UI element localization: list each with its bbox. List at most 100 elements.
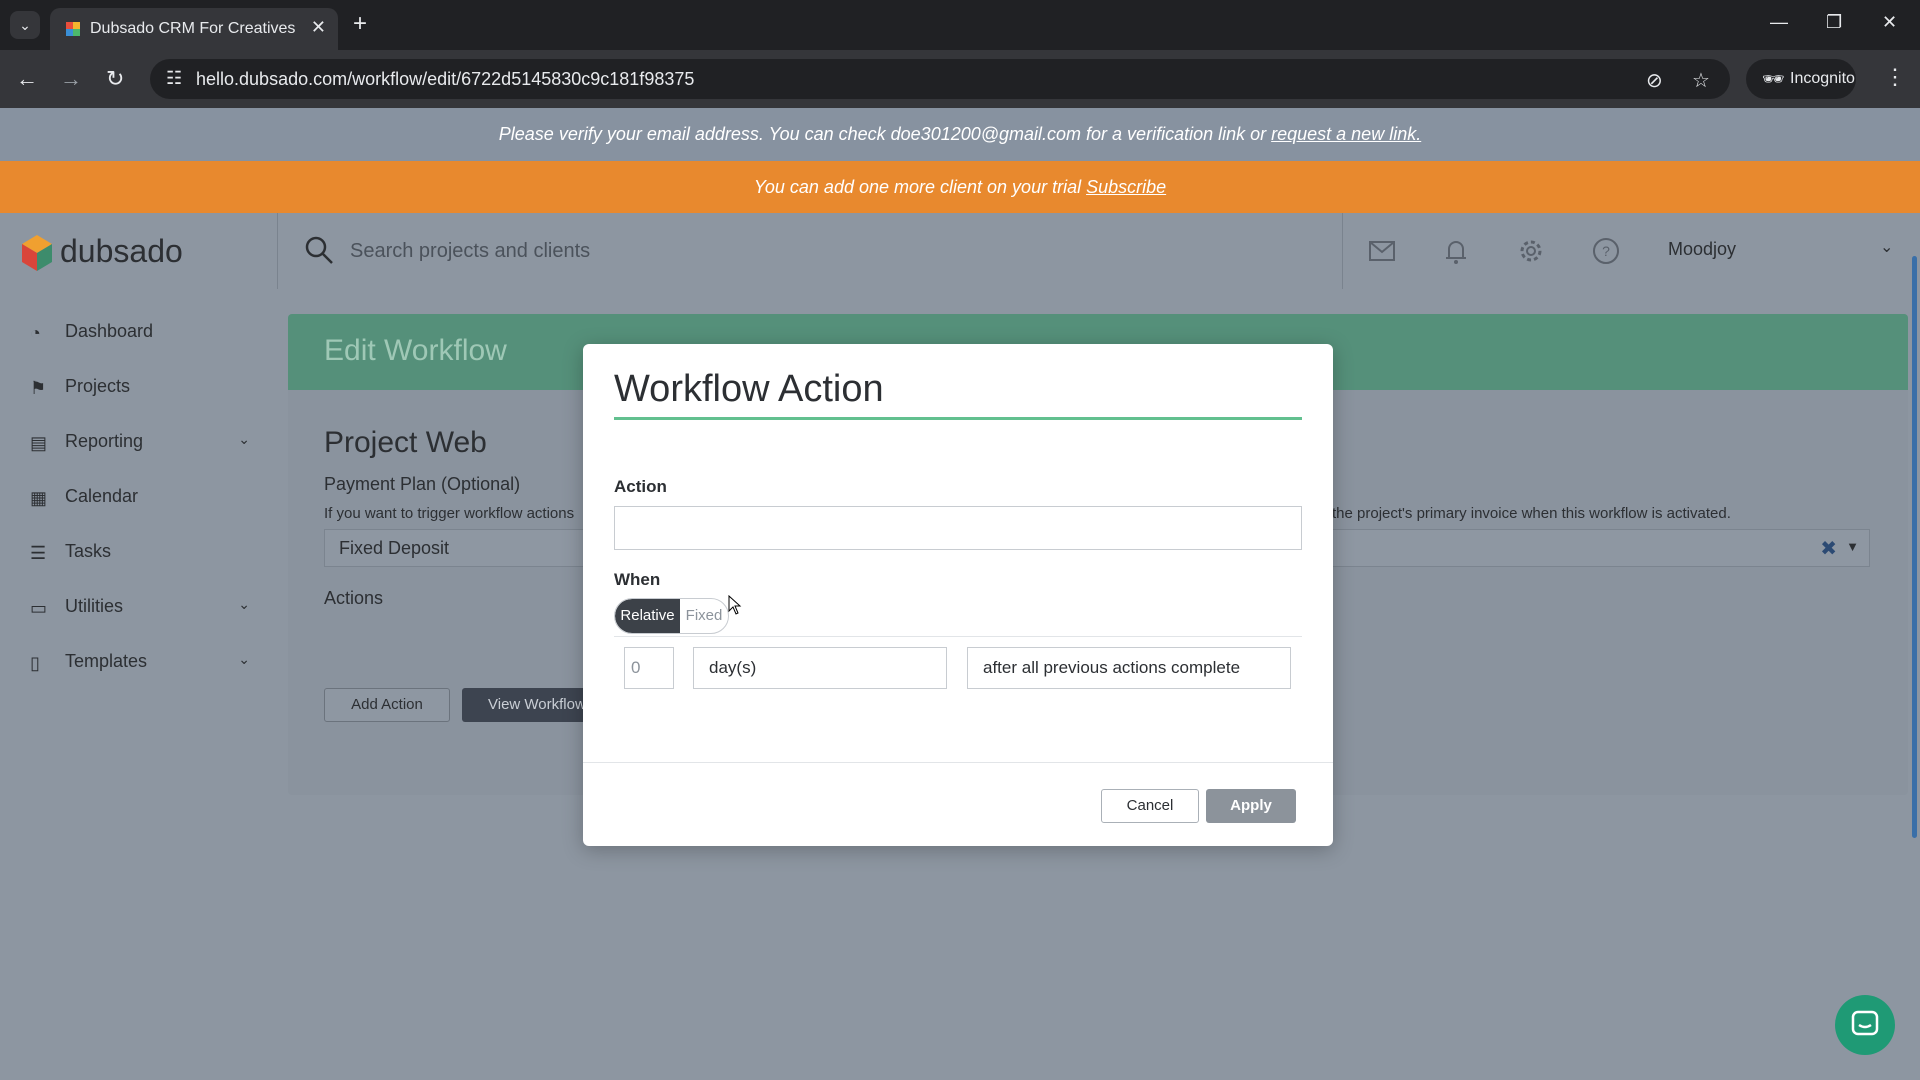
when-label: When (614, 570, 661, 589)
sidebar-item-label: Utilities (65, 596, 124, 616)
incognito-label: Incognito (1790, 70, 1855, 87)
header-divider (277, 213, 278, 289)
add-action-button[interactable]: Add Action (324, 688, 450, 722)
modal-title: Workflow Action (614, 368, 884, 410)
mouse-cursor-icon (728, 595, 742, 615)
browser-tab-bar: ⌄ Dubsado CRM For Creatives ✕ + — ❐ ✕ (0, 0, 1920, 50)
sidebar-item-templates[interactable]: ▯ Templates ⌄ (30, 649, 250, 679)
caret-down-icon[interactable]: ▼ (1846, 539, 1859, 554)
dubsado-logo[interactable]: dubsado (22, 229, 232, 273)
new-tab-icon[interactable]: + (353, 10, 367, 38)
mail-icon[interactable] (1367, 236, 1397, 266)
verify-text: Please verify your email address. You ca… (498, 124, 1272, 144)
view-workflow-button[interactable]: View Workflow (462, 688, 592, 722)
browser-tab[interactable]: Dubsado CRM For Creatives ✕ (50, 8, 338, 50)
sidebar-item-reporting[interactable]: ▤ Reporting ⌄ (30, 429, 250, 459)
templates-icon: ▯ (30, 653, 40, 673)
payment-plan-label: Payment Plan (Optional) (324, 474, 521, 494)
chat-launcher-button[interactable] (1835, 995, 1895, 1055)
modal-footer-divider (583, 762, 1333, 763)
sidebar-item-projects[interactable]: ⚑ Projects (30, 374, 250, 404)
utilities-icon: ▭ (30, 598, 48, 618)
sidebar-item-label: Calendar (65, 486, 139, 506)
sidebar-item-label: Templates (65, 651, 148, 671)
incognito-icon: 🕶 (1762, 69, 1785, 89)
projects-icon: ⚑ (30, 378, 47, 398)
tasks-icon: ☰ (30, 543, 47, 563)
sidebar: ◔ Dashboard ⚑ Projects ▤ Reporting ⌄ ▦ C… (0, 289, 270, 1080)
tab-list-button[interactable]: ⌄ (10, 11, 40, 39)
page-title: Edit Workflow (324, 334, 507, 367)
sidebar-item-label: Reporting (65, 431, 144, 451)
reporting-icon: ▤ (30, 433, 48, 453)
sidebar-item-label: Tasks (65, 541, 112, 561)
browser-menu-icon[interactable]: ⋮ (1884, 64, 1906, 90)
toggle-relative[interactable]: Relative (615, 599, 680, 633)
action-label: Action (614, 477, 667, 496)
payment-plan-value: Fixed Deposit (339, 538, 450, 558)
svg-text:?: ? (1602, 243, 1610, 259)
tab-title: Dubsado CRM For Creatives (90, 20, 296, 37)
user-menu-name[interactable]: Moodjoy (1668, 239, 1736, 260)
relative-fixed-toggle[interactable]: Relative Fixed (614, 598, 729, 634)
notifications-bell-icon[interactable] (1441, 236, 1471, 266)
logo-mark-icon (22, 235, 52, 271)
sidebar-item-utilities[interactable]: ▭ Utilities ⌄ (30, 594, 250, 624)
subscribe-link[interactable]: Subscribe (1086, 177, 1166, 197)
eye-off-icon[interactable]: ⊘ (1646, 68, 1663, 93)
payment-plan-help: If you want to trigger workflow actions (324, 505, 575, 522)
when-divider (614, 636, 1302, 637)
close-tab-icon[interactable]: ✕ (311, 17, 326, 38)
chevron-down-icon[interactable]: ⌄ (1880, 237, 1893, 257)
action-input[interactable] (614, 506, 1302, 550)
payment-plan-help-continued: the project's primary invoice when this … (1332, 505, 1731, 522)
bookmark-star-icon[interactable]: ☆ (1692, 68, 1710, 93)
calendar-icon: ▦ (30, 488, 48, 508)
logo-text: dubsado (60, 233, 183, 269)
offset-number-input[interactable] (624, 647, 674, 689)
trial-banner: You can add one more client on your tria… (0, 161, 1920, 213)
close-window-icon[interactable]: ✕ (1882, 12, 1897, 33)
back-icon[interactable]: ← (16, 66, 38, 92)
header-divider-right (1342, 213, 1343, 289)
chevron-down-icon: ⌄ (238, 596, 250, 612)
dubsado-favicon-icon (66, 22, 80, 36)
restore-icon[interactable]: ❐ (1826, 12, 1842, 33)
search-icon[interactable] (304, 235, 334, 265)
url-text[interactable]: hello.dubsado.com/workflow/edit/6722d514… (196, 69, 694, 90)
minimize-icon[interactable]: — (1770, 12, 1788, 33)
modal-title-underline (614, 417, 1302, 420)
apply-button[interactable]: Apply (1206, 789, 1296, 823)
dashboard-icon: ◔ (30, 323, 41, 343)
help-icon[interactable]: ? (1591, 236, 1621, 266)
toggle-fixed[interactable]: Fixed (680, 599, 728, 633)
sidebar-item-dashboard[interactable]: ◔ Dashboard (30, 319, 250, 349)
sidebar-item-calendar[interactable]: ▦ Calendar (30, 484, 250, 514)
page-scrollbar[interactable] (1912, 256, 1917, 838)
search-input[interactable] (350, 233, 1310, 269)
cancel-button[interactable]: Cancel (1101, 789, 1199, 823)
project-name: Project Web (324, 426, 487, 459)
time-unit-select[interactable]: day(s) (693, 647, 947, 689)
forward-icon[interactable]: → (60, 66, 82, 92)
chevron-down-icon: ⌄ (238, 651, 250, 667)
chevron-down-icon: ⌄ (238, 431, 250, 447)
browser-toolbar: ← → ↻ ☷ hello.dubsado.com/workflow/edit/… (0, 50, 1920, 108)
sidebar-item-label: Dashboard (65, 321, 154, 341)
verify-email-banner: Please verify your email address. You ca… (0, 108, 1920, 161)
workflow-action-modal: Workflow Action Action When Relative Fix… (583, 344, 1333, 846)
trial-text: You can add one more client on your tria… (753, 177, 1087, 197)
address-bar[interactable]: ☷ hello.dubsado.com/workflow/edit/6722d5… (150, 59, 1730, 99)
actions-label: Actions (324, 588, 384, 608)
sidebar-item-tasks[interactable]: ☰ Tasks (30, 539, 250, 569)
reload-icon[interactable]: ↻ (106, 66, 124, 92)
incognito-badge[interactable]: 🕶 Incognito (1746, 59, 1856, 99)
chat-icon (1851, 1010, 1879, 1036)
sidebar-item-label: Projects (65, 376, 131, 396)
settings-gear-icon[interactable] (1516, 236, 1546, 266)
clear-icon[interactable]: ✖ (1820, 536, 1837, 561)
request-new-link[interactable]: request a new link. (1271, 124, 1421, 144)
timing-select[interactable]: after all previous actions complete (967, 647, 1291, 689)
site-info-icon[interactable]: ☷ (166, 68, 182, 89)
app-header: dubsado ? Moodjoy ⌄ (0, 213, 1920, 289)
